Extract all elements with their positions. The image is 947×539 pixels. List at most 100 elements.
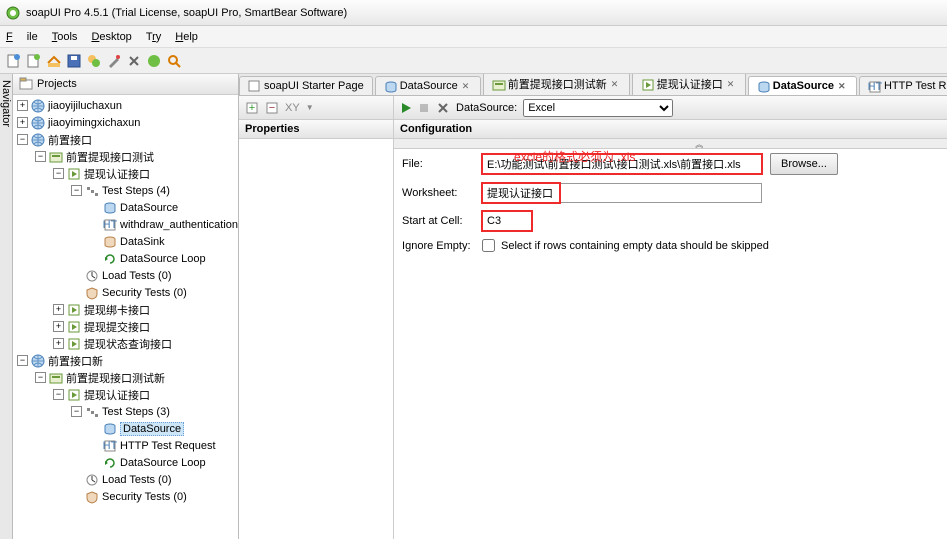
menu-tools[interactable]: Tools [52,31,78,43]
tree-node[interactable]: −前置提现接口测试 [13,148,238,165]
tree-toggle-icon[interactable]: + [53,304,64,315]
editor-tab[interactable]: soapUI Starter Page [239,76,373,95]
properties-pane: Properties [239,120,394,539]
tree-node[interactable]: Security Tests (0) [13,488,238,505]
tree-node[interactable]: DataSource [13,199,238,216]
tree-node-label: Security Tests (0) [102,287,187,299]
tree-node-label: DataSource [120,202,178,214]
tb-prefs-icon[interactable] [106,53,122,69]
worksheet-input[interactable] [482,183,762,203]
project-tree-pane: Projects +jiaoyijiluchaxun+jiaoyimingxic… [13,74,239,539]
tree-node[interactable]: DataSource Loop [13,454,238,471]
configuration-pane: Configuration ︽ excle的格式必须为 .xls File: B… [394,120,947,539]
tree-node[interactable]: DataSource Loop [13,250,238,267]
tree-node[interactable]: − 提现认证接口 [13,165,238,182]
tree-node[interactable]: Load Tests (0) [13,471,238,488]
tree-node[interactable]: HTwithdraw_authentication [13,216,238,233]
menu-desktop[interactable]: Desktop [91,31,131,43]
config-icon[interactable] [436,101,450,115]
tree-toggle-icon[interactable]: − [35,151,46,162]
op-icon [641,78,653,90]
tree-node[interactable]: −前置接口 [13,131,238,148]
menu-file[interactable]: File [6,31,38,43]
tb-search-icon[interactable] [166,53,182,69]
tree-node[interactable]: −提现认证接口 [13,386,238,403]
tree-node[interactable]: −前置提现接口测试新 [13,369,238,386]
startcell-label: Start at Cell: [402,215,482,227]
tree-node[interactable]: HTHTTP Test Request [13,437,238,454]
tb-new2-icon[interactable] [26,53,42,69]
tb-import-icon[interactable] [46,53,62,69]
tree-toggle-icon[interactable]: − [71,185,82,196]
tree-toggle-icon[interactable]: − [53,168,64,179]
tree-node-label: Test Steps (4) [102,185,170,197]
tree-node-label: 提现提交接口 [84,319,150,335]
close-icon[interactable]: ✕ [727,79,737,89]
tree-node-label: Test Steps (3) [102,406,170,418]
tree-toggle-icon[interactable]: − [17,134,28,145]
editor-tab[interactable]: DataSource✕ [748,76,857,95]
close-icon[interactable]: ✕ [462,81,472,91]
tree-node-label: Security Tests (0) [102,491,187,503]
close-icon[interactable]: ✕ [838,81,848,91]
editor-tab[interactable]: 前置提现接口测试新✕ [483,74,630,95]
tb-save-icon[interactable] [66,53,82,69]
tree-toggle-icon[interactable]: − [71,406,82,417]
tree-node[interactable]: DataSink [13,233,238,250]
tree-toggle-icon[interactable]: − [53,389,64,400]
projects-icon [19,77,33,91]
tree-node[interactable]: − Test Steps (3) [13,403,238,420]
tree-node-label: jiaoyimingxichaxun [48,117,140,129]
close-icon[interactable]: ✕ [611,79,621,89]
tree-node-label: Load Tests (0) [102,270,172,282]
tree-node[interactable]: Security Tests (0) [13,284,238,301]
tree-node[interactable]: + jiaoyimingxichaxun [13,114,238,131]
tree-toggle-icon[interactable]: + [53,338,64,349]
tree-node-label: DataSource Loop [120,457,206,469]
tree-node[interactable]: DataSource [13,420,238,437]
svg-text:+: + [249,102,255,114]
run-icon[interactable] [400,102,412,114]
remove-prop-icon[interactable]: − [265,101,279,115]
menu-help[interactable]: Help [175,31,198,43]
ignore-checkbox[interactable] [482,239,495,252]
tree-node[interactable]: +提现绑卡接口 [13,301,238,318]
editor-tab[interactable]: HTHTTP Test Request✕ [859,76,947,95]
tree-node[interactable]: −前置接口新 [13,352,238,369]
collapse-handle[interactable]: ︽ [394,139,947,149]
tree-toggle-icon[interactable]: + [17,100,28,111]
datasource-select[interactable]: Excel [523,99,673,117]
svg-text:HT: HT [868,81,882,93]
annotation-text: excle的格式必须为 .xls [514,148,635,165]
navigator-strip[interactable]: Navigator [0,74,13,539]
tree-body[interactable]: +jiaoyijiluchaxun+jiaoyimingxichaxun−前置接… [13,95,238,539]
menu-try[interactable]: Try [146,31,161,43]
startcell-input[interactable] [482,211,532,231]
tree-node[interactable]: + 提现提交接口 [13,318,238,335]
stop-icon[interactable] [418,102,430,114]
tree-node-label: 提现认证接口 [84,166,150,182]
tree-node[interactable]: − Test Steps (4) [13,182,238,199]
op-icon [67,167,81,181]
iface-icon [49,150,63,164]
tree-node-label: DataSource [120,422,184,436]
tree-toggle-icon[interactable]: − [35,372,46,383]
tb-new-icon[interactable] [6,53,22,69]
tree-toggle-icon[interactable]: − [17,355,28,366]
tree-node[interactable]: +jiaoyijiluchaxun [13,97,238,114]
tree-node[interactable]: Load Tests (0) [13,267,238,284]
editor-tab[interactable]: DataSource✕ [375,76,481,95]
browse-button[interactable]: Browse... [770,153,838,175]
tb-tools-icon[interactable] [126,53,142,69]
window-title: soapUI Pro 4.5.1 (Trial License, soapUI … [26,7,347,19]
tb-forum-icon[interactable] [86,53,102,69]
tree-toggle-icon[interactable]: + [17,117,28,128]
tree-node[interactable]: +提现状态查询接口 [13,335,238,352]
tree-toggle-icon[interactable]: + [53,321,64,332]
tb-trial-icon[interactable] [146,53,162,69]
ds-icon [384,80,396,92]
editor-tab[interactable]: 提现认证接口✕ [632,74,746,95]
op-icon [67,303,81,317]
add-prop-icon[interactable]: + [245,101,259,115]
dropdown-icon[interactable]: ▼ [306,103,314,112]
